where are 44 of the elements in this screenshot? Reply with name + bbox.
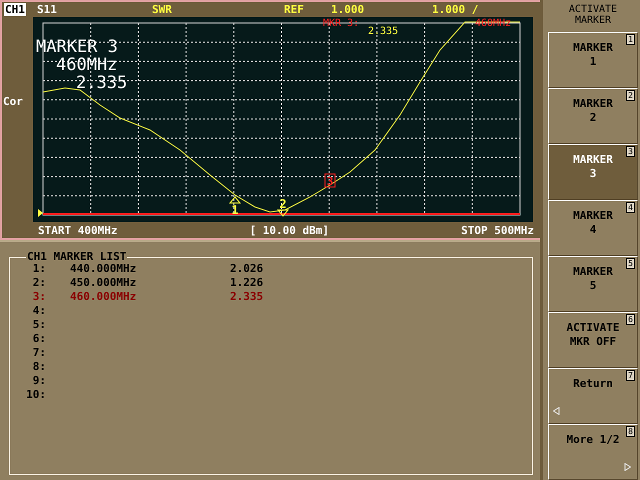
marker-frequency: 450.000MHz <box>70 276 138 288</box>
marker-value: 1.226 <box>230 276 264 288</box>
scale-value: 1.000 / <box>432 3 478 16</box>
marker-index: 7: <box>32 346 46 358</box>
marker-value: 2.026 <box>230 262 264 274</box>
marker-value: 2.335 <box>230 290 264 302</box>
marker-annotation-value: 2.335 <box>368 26 398 37</box>
marker-index: 2: <box>32 276 46 288</box>
softkey-button[interactable]: MARKER 3 3 <box>548 144 638 200</box>
correction-label: Cor <box>3 95 23 108</box>
menu-title: ACTIVATE MARKER <box>568 3 618 28</box>
marker-index: 3: <box>32 290 46 302</box>
marker-frequency: 440.000MHz <box>70 262 138 274</box>
marker-frequency: 460.000MHz <box>70 290 138 302</box>
marker-index: 4: <box>32 304 46 316</box>
source-power: [ 10.00 dBm] <box>250 224 330 236</box>
marker-index: 5: <box>32 318 46 330</box>
marker-pointer: 3 <box>324 174 336 188</box>
marker-index: 8: <box>32 360 46 372</box>
softkey-button[interactable]: ACTIVATE MKR OFF 6 <box>548 312 638 368</box>
channel-label: CH1 <box>4 3 26 16</box>
stop-frequency: STOP 500MHz <box>461 224 534 236</box>
ref-value: 1.000 <box>331 3 364 16</box>
right-arrow-icon <box>624 463 631 471</box>
start-frequency: START 400MHz <box>38 224 118 236</box>
marker-index: 10: <box>25 388 46 400</box>
reference-pointer-icon <box>38 209 43 217</box>
marker-index: 1: <box>32 262 46 274</box>
marker-value: 2.335 <box>76 74 128 92</box>
softkey-button[interactable]: MARKER 5 5 <box>548 256 638 312</box>
marker-index: 6: <box>32 332 46 344</box>
marker-pointer: 2 <box>276 197 290 217</box>
softkey-button[interactable]: MARKER 2 2 <box>548 88 638 144</box>
left-arrow-icon <box>553 407 560 415</box>
softkey-button[interactable]: MARKER 4 4 <box>548 200 638 256</box>
softkey-button[interactable]: Return 7 <box>548 368 638 424</box>
parameter-label: S11 <box>37 3 57 16</box>
marker-frequency: 460MHz <box>56 56 118 74</box>
marker-index: 9: <box>32 374 46 386</box>
marker-list-title: CH1 MARKER LIST <box>26 250 128 263</box>
ref-label: REF <box>284 3 304 16</box>
softkey-button[interactable]: More 1/2 8 <box>548 424 638 480</box>
softkey-button[interactable]: MARKER 1 1 <box>548 32 638 88</box>
format-label: SWR <box>152 3 172 16</box>
